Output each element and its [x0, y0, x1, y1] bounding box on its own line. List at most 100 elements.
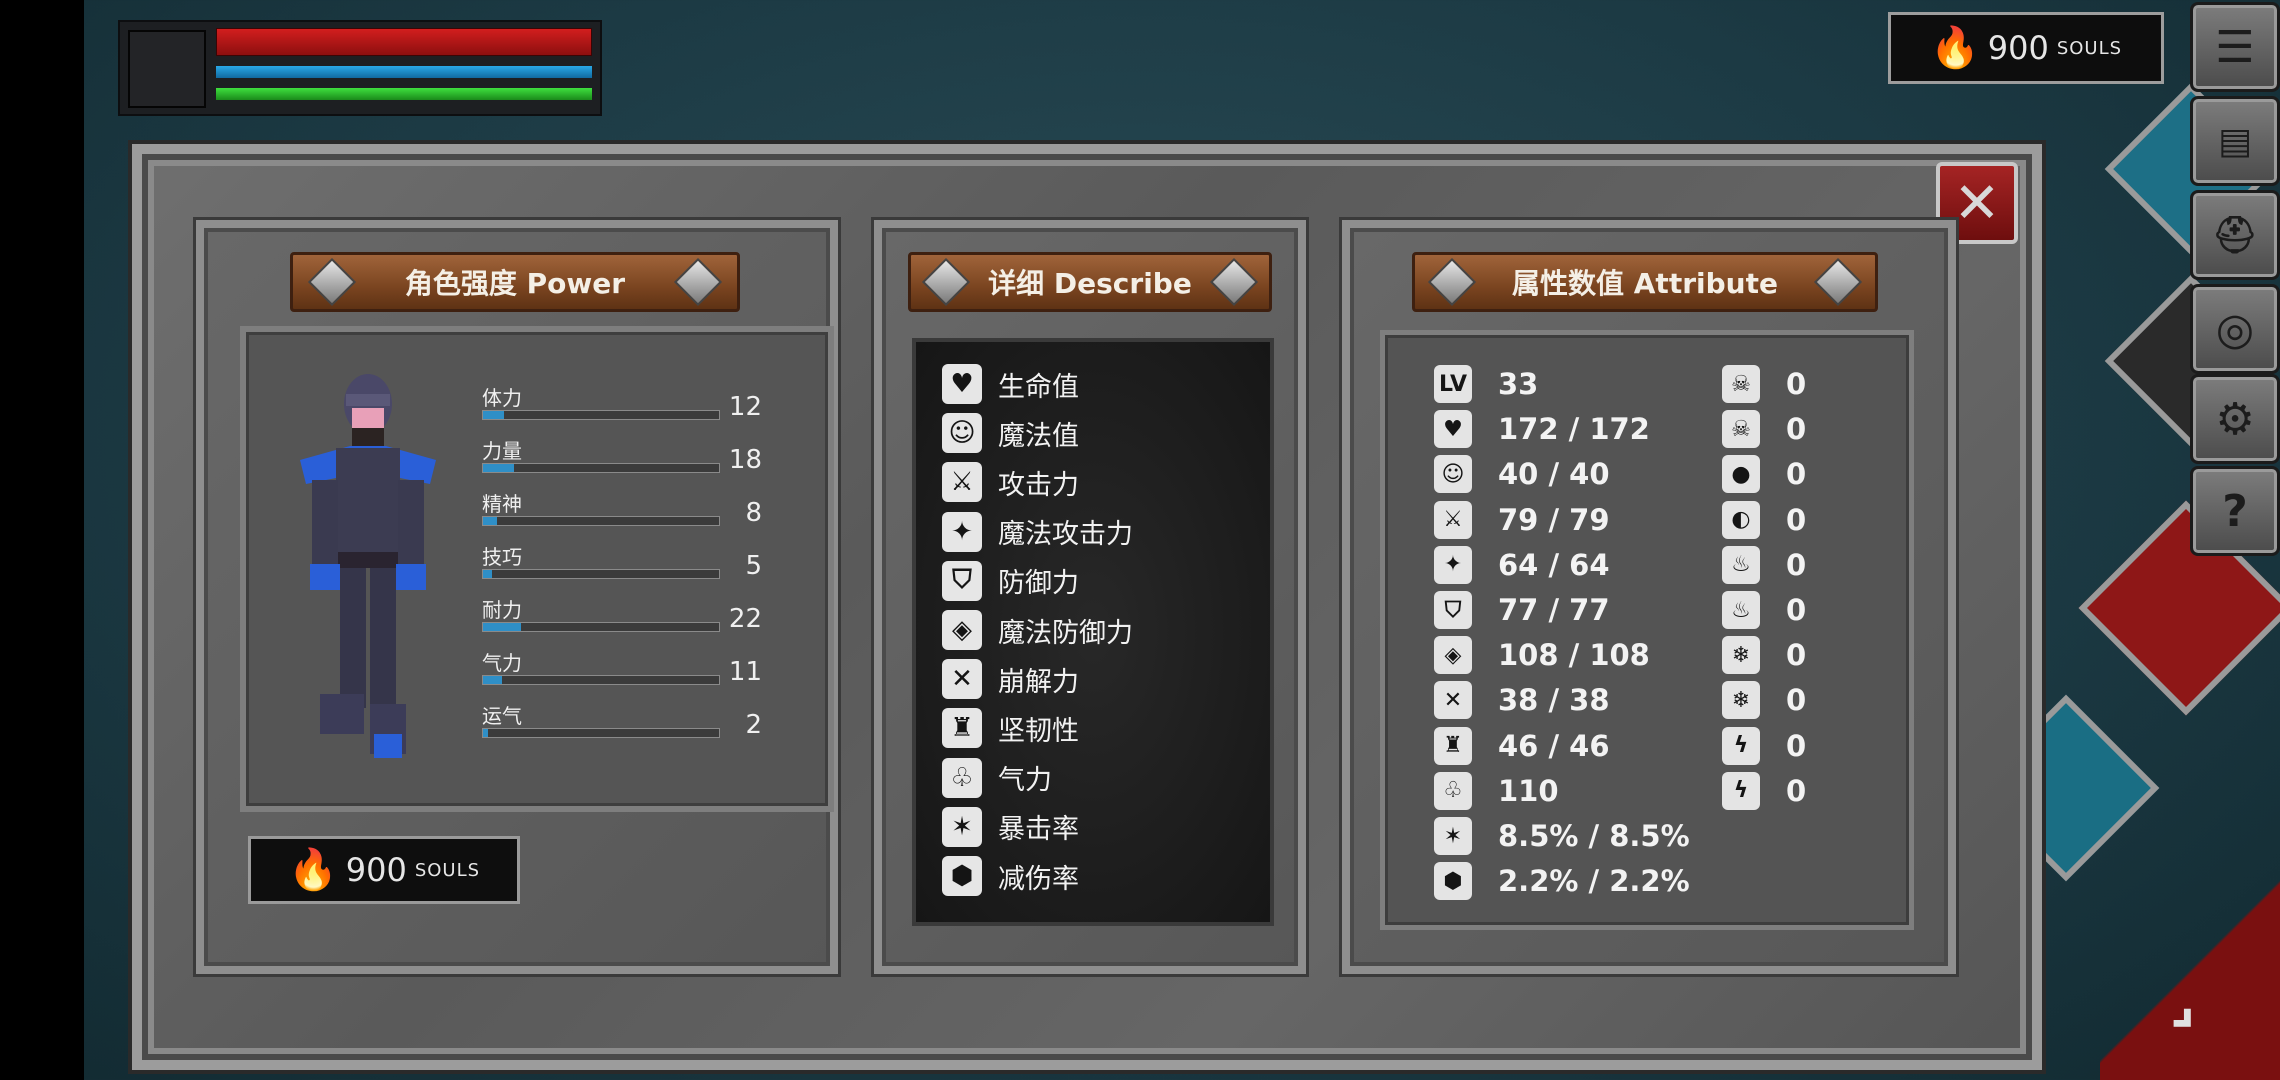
describe-row: ♜ 坚韧性 [942, 706, 1079, 750]
describe-label: 崩解力 [998, 666, 1079, 698]
souls-counter-panel: 🔥 900 SOULS [248, 836, 520, 904]
resistance-row: ☠ 0 [1722, 364, 1806, 404]
menu-button[interactable]: ☰ [2190, 2, 2280, 92]
scroll-icon: ▤ [2217, 120, 2252, 162]
close-icon: ✕ [1953, 170, 2001, 236]
player-portrait [128, 30, 206, 108]
attribute-row: ♥ 172 / 172 [1434, 409, 1650, 449]
stat-value: 22 [728, 604, 762, 634]
attribute-value: 64 / 64 [1498, 547, 1610, 582]
stamina-bar [216, 88, 592, 100]
attribute-title-plank: 属性数值 Attribute [1412, 252, 1878, 312]
shield-badge-icon: ⬢ [1434, 862, 1472, 901]
stat-bar [482, 728, 720, 738]
help-button[interactable]: ? [2190, 466, 2280, 556]
stud-icon [1427, 257, 1477, 307]
resistance-row: ◐ 0 [1722, 500, 1806, 540]
attribute-row: ◈ 108 / 108 [1434, 635, 1650, 675]
resistance-row: ϟ0 [1722, 726, 1806, 766]
resistance-row: ● 0 [1722, 454, 1806, 494]
resistance-value: 0 [1786, 638, 1807, 673]
describe-row: ✕ 崩解力 [942, 657, 1079, 701]
attribute-value: 2.2% / 2.2% [1498, 864, 1690, 899]
attribute-value: 172 / 172 [1498, 412, 1650, 447]
player-hud [118, 20, 602, 116]
stat-label: 体力 [482, 386, 522, 410]
souls-unit: SOULS [2056, 37, 2123, 59]
stud-icon [1813, 257, 1863, 307]
magic-shield-icon: ◈ [942, 610, 982, 650]
attribute-row: ☺ 40 / 40 [1434, 454, 1610, 494]
frost-icon: ❄ [1722, 636, 1760, 675]
describe-row: ⛉ 防御力 [942, 559, 1079, 603]
stat-label: 精神 [482, 492, 522, 516]
resistance-row: ❄ 0 [1722, 680, 1806, 720]
shield-icon: ⛉ [942, 560, 982, 601]
emblem-button[interactable]: ◎ [2190, 284, 2280, 374]
list-icon: ☰ [2215, 21, 2255, 73]
helmet-icon: ⛑ [2212, 215, 2258, 256]
gear-icon: ⚙ [2215, 393, 2255, 445]
stud-icon [307, 257, 357, 307]
level-icon: LV [1434, 365, 1472, 403]
stat-bar-fill [483, 464, 514, 472]
resistance-value: 0 [1786, 547, 1807, 582]
resistance-value: 0 [1786, 457, 1807, 492]
describe-row: ✶ 暴击率 [942, 805, 1079, 849]
inventory-button[interactable]: ▤ [2190, 96, 2280, 186]
attribute-row: ⛉ 77 / 77 [1434, 590, 1610, 630]
resistance-value: 0 [1786, 412, 1807, 447]
attribute-value: 108 / 108 [1498, 638, 1650, 673]
stud-icon [673, 257, 723, 307]
stat-bar [482, 463, 720, 473]
resize-icon[interactable]: ⌟ [2170, 970, 2195, 1033]
resistance-row: ♨ 0 [1722, 545, 1806, 585]
stat-row: 体力 12 [482, 382, 762, 428]
magic-shield-icon: ◈ [1434, 636, 1472, 675]
lightning-resist-icon: ϟ [1722, 771, 1760, 810]
health-bar [216, 28, 592, 56]
sword-icon: ⚔ [942, 462, 982, 503]
stud-icon [1209, 257, 1259, 307]
describe-row: ♧ 气力 [942, 756, 1052, 800]
stat-bar [482, 410, 720, 420]
resistance-row: ❄ 0 [1722, 635, 1806, 675]
stat-value: 12 [728, 392, 762, 422]
describe-label: 魔法防御力 [998, 617, 1133, 649]
stat-bar-fill [483, 729, 488, 737]
flame-icon: 🔥 [1929, 25, 1980, 71]
emblem-icon: ◎ [2215, 303, 2255, 355]
attribute-row: LV 33 [1434, 364, 1538, 404]
frost-resist-icon: ❄ [1722, 681, 1760, 720]
fire-icon: ♨ [1722, 545, 1760, 584]
stat-bar [482, 675, 720, 685]
lungs-icon: ♧ [942, 757, 982, 798]
stat-bar-fill [483, 676, 502, 684]
souls-amount: 900 [1987, 29, 2049, 67]
attribute-value: 46 / 46 [1498, 728, 1610, 763]
power-title: 角色强度 Power [404, 267, 626, 300]
describe-row: ♥ 生命值 [942, 362, 1079, 406]
attribute-value: 38 / 38 [1498, 683, 1610, 718]
settings-button[interactable]: ⚙ [2190, 374, 2280, 464]
shield-badge-icon: ⬢ [942, 856, 982, 896]
attribute-row: ⚔ 79 / 79 [1434, 500, 1610, 540]
stat-label: 技巧 [482, 545, 522, 569]
head-icon: ☺ [942, 413, 982, 454]
resistance-row: ♨ 0 [1722, 590, 1806, 630]
describe-row: ☺ 魔法值 [942, 411, 1079, 455]
shield-icon: ⛉ [1434, 591, 1472, 629]
equipment-button[interactable]: ⛑ [2190, 190, 2280, 280]
describe-label: 减伤率 [998, 863, 1079, 895]
describe-title-plank: 详细 Describe [908, 252, 1272, 312]
drop-resist-icon: ◐ [1722, 500, 1760, 539]
attribute-value: 40 / 40 [1498, 457, 1610, 492]
attribute-title: 属性数值 Attribute [1512, 267, 1778, 300]
attribute-row: ♧ 110 [1434, 771, 1559, 811]
knight-helmet-icon: ♜ [942, 708, 982, 749]
stat-bar-fill [483, 623, 521, 631]
star-burst-icon: ✶ [942, 806, 982, 847]
describe-label: 气力 [998, 765, 1052, 797]
stud-icon [921, 257, 971, 307]
resistance-value: 0 [1786, 728, 1807, 763]
